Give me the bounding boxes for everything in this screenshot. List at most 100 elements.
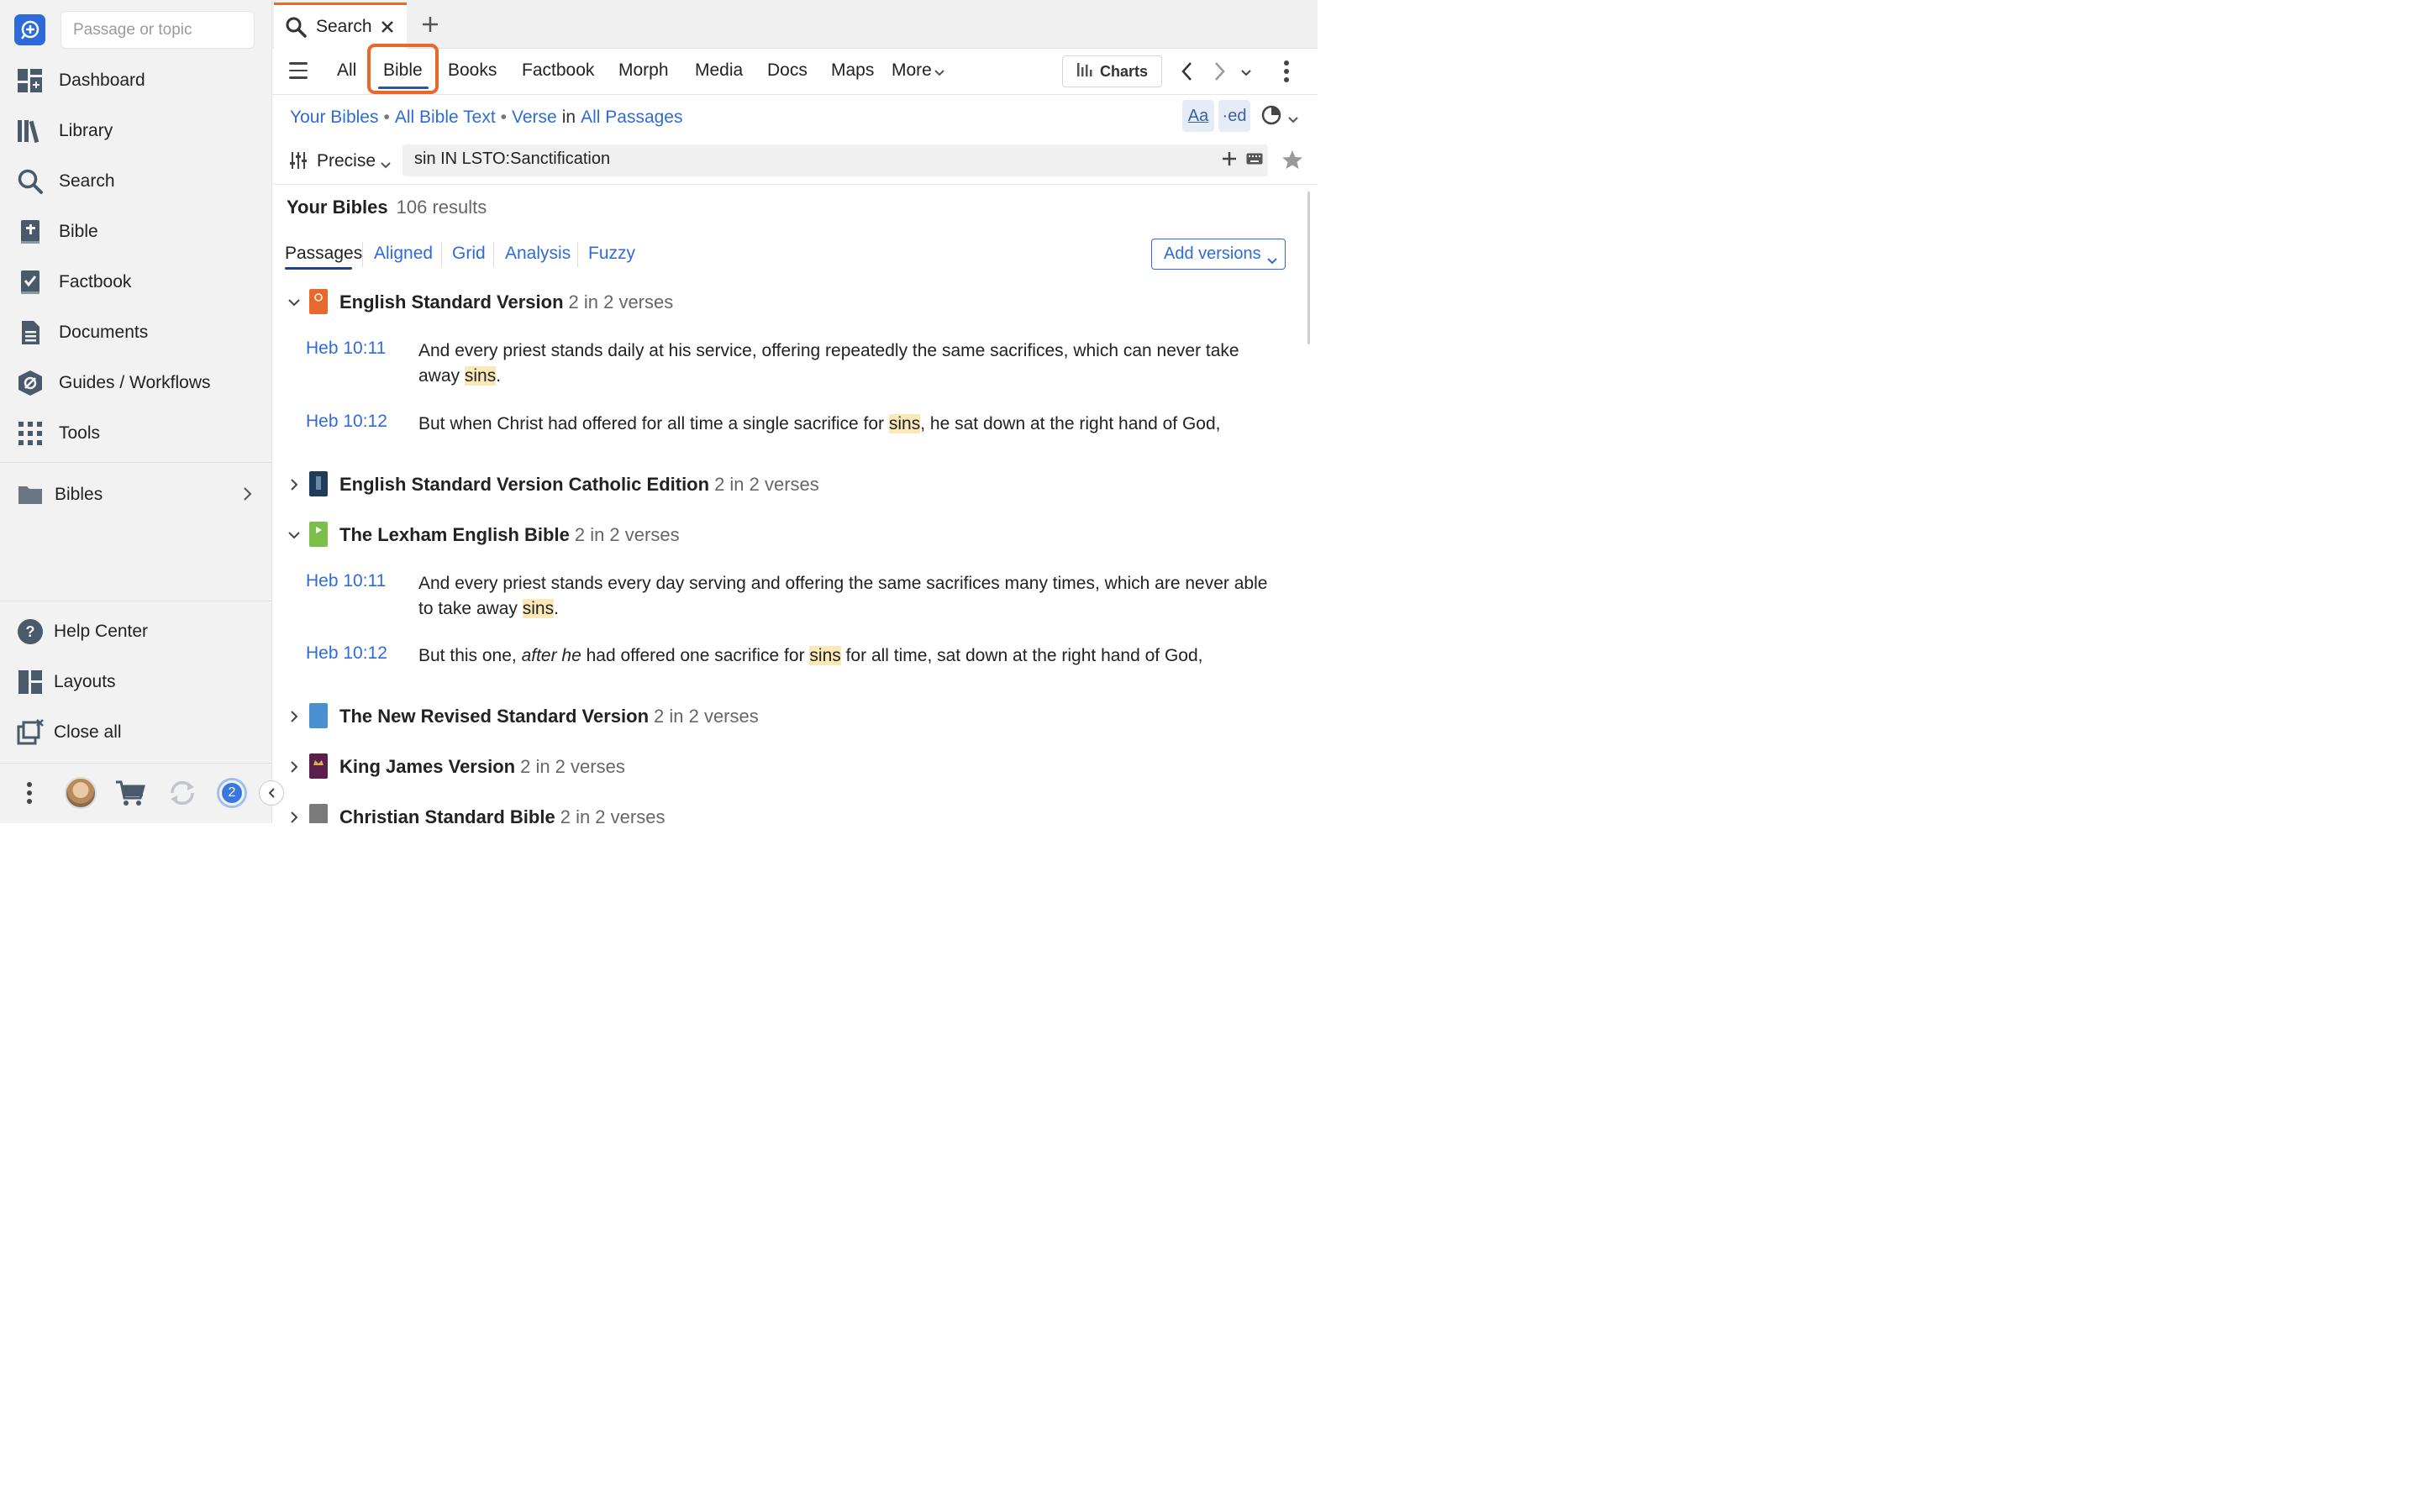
sidebar-folder-bibles[interactable]: Bibles: [0, 470, 271, 520]
passage-search-input[interactable]: Passage or topic: [60, 11, 255, 49]
search-hit[interactable]: sins: [522, 599, 555, 618]
close-all-icon: [17, 719, 44, 746]
category-morph[interactable]: Morph: [618, 60, 669, 81]
search-mode-dropdown[interactable]: Precise: [317, 151, 376, 171]
search-hit[interactable]: sins: [809, 646, 841, 665]
chevron-down-icon[interactable]: [287, 528, 301, 542]
sidebar-item-library[interactable]: Library: [0, 106, 271, 156]
chevron-down-icon[interactable]: [1288, 113, 1298, 128]
chevron-down-icon: [1267, 250, 1277, 270]
sidebar-item-label: Factbook: [59, 272, 132, 291]
sidebar-folder-label: Bibles: [55, 485, 103, 504]
verse-reference-link[interactable]: Heb 10:12: [306, 412, 387, 432]
visual-filter-icon[interactable]: [1261, 105, 1281, 129]
version-group-header[interactable]: Christian Standard Bible 2 in 2 verses: [272, 804, 1297, 823]
chevron-right-icon[interactable]: [287, 710, 301, 723]
sync-icon[interactable]: [167, 779, 197, 811]
back-icon[interactable]: [1181, 61, 1192, 86]
category-bible[interactable]: Bible: [383, 60, 423, 81]
history-dropdown-icon[interactable]: [1240, 66, 1252, 81]
chevron-right-icon[interactable]: [287, 478, 301, 491]
search-scope-breadcrumb: Your Bibles • All Bible Text • Verse in All Pa…: [290, 108, 683, 127]
collapse-sidebar-button[interactable]: [259, 780, 284, 806]
verse-reference-link[interactable]: Heb 10:12: [306, 643, 387, 664]
close-icon[interactable]: [381, 20, 394, 38]
charts-button[interactable]: Charts: [1062, 55, 1162, 87]
sidebar-item-guides[interactable]: Guides / Workflows: [0, 358, 271, 408]
tab-separator: [362, 242, 363, 267]
tab-separator: [577, 242, 578, 267]
forward-icon[interactable]: [1214, 61, 1226, 86]
version-group-header[interactable]: English Standard Version Catholic Editio…: [272, 471, 1297, 505]
bar-chart-icon: [1076, 62, 1093, 81]
sidebar-item-documents[interactable]: Documents: [0, 307, 271, 358]
notifications-badge[interactable]: 2: [217, 778, 247, 808]
factbook-icon: [17, 269, 44, 296]
layouts-icon: [17, 669, 44, 696]
tab-passages[interactable]: Passages: [285, 244, 362, 264]
avatar[interactable]: [65, 777, 97, 809]
tab-grid[interactable]: Grid: [452, 244, 486, 264]
version-group-header[interactable]: The Lexham English Bible 2 in 2 verses: [272, 522, 1297, 555]
sidebar-divider: [0, 462, 271, 463]
tab-search[interactable]: Search: [274, 3, 407, 49]
search-query-input[interactable]: sin IN LSTO:Sanctification: [402, 144, 1268, 176]
add-tab-icon[interactable]: [422, 16, 439, 37]
scope-link[interactable]: Your Bibles: [290, 108, 378, 127]
results-title: Your Bibles: [287, 197, 388, 218]
search-hit[interactable]: sins: [888, 414, 921, 433]
text-link[interactable]: All Bible Text: [395, 108, 496, 127]
category-maps[interactable]: Maps: [831, 60, 874, 81]
editions-button[interactable]: ·ed: [1218, 100, 1250, 132]
favorite-star-icon[interactable]: [1281, 150, 1303, 174]
font-settings-label: Aa: [1187, 106, 1209, 125]
sidebar-item-tools[interactable]: Tools: [0, 408, 271, 459]
sidebar-item-factbook[interactable]: Factbook: [0, 257, 271, 307]
font-settings-button[interactable]: Aa: [1182, 100, 1214, 132]
search-options-icon[interactable]: [289, 151, 308, 174]
dashboard-icon: [17, 67, 44, 94]
layouts-button[interactable]: Layouts: [0, 657, 271, 707]
more-vertical-icon[interactable]: [25, 781, 34, 809]
version-name: English Standard Version Catholic Editio…: [339, 474, 819, 495]
range-link[interactable]: All Passages: [581, 108, 682, 127]
category-factbook[interactable]: Factbook: [522, 60, 594, 81]
add-versions-button[interactable]: Add versions: [1151, 239, 1286, 270]
close-all-button[interactable]: Close all: [0, 707, 271, 758]
version-group-header[interactable]: The New Revised Standard Version 2 in 2 v…: [272, 703, 1297, 737]
cart-icon[interactable]: [115, 780, 145, 811]
search-panel: Search All Bible Books Factbook Morph Me…: [272, 0, 1318, 823]
verse-reference-link[interactable]: Heb 10:11: [306, 571, 386, 591]
tab-fuzzy[interactable]: Fuzzy: [588, 244, 635, 264]
verse-reference-link[interactable]: Heb 10:11: [306, 339, 386, 359]
help-center-button[interactable]: ? Help Center: [0, 606, 271, 657]
search-hit[interactable]: sins: [464, 366, 497, 386]
results-scrollbar[interactable]: [1307, 192, 1310, 344]
category-docs[interactable]: Docs: [767, 60, 808, 81]
sidebar-item-search[interactable]: Search: [0, 156, 271, 207]
sidebar-item-bible[interactable]: Bible: [0, 207, 271, 257]
chevron-right-icon[interactable]: [287, 760, 301, 774]
panel-menu-icon[interactable]: [1283, 60, 1290, 87]
unit-link[interactable]: Verse: [512, 108, 557, 127]
category-more[interactable]: More: [892, 60, 932, 81]
book-cover-icon: [309, 471, 328, 496]
logos-logo-icon[interactable]: [14, 14, 45, 45]
chevron-right-icon[interactable]: [287, 811, 301, 823]
keyboard-icon[interactable]: [1246, 153, 1263, 169]
version-group-header[interactable]: English Standard Version 2 in 2 verses: [272, 289, 1297, 323]
sidebar-item-dashboard[interactable]: Dashboard: [0, 55, 271, 106]
chevron-down-icon[interactable]: [287, 296, 301, 309]
category-media[interactable]: Media: [695, 60, 743, 81]
tab-analysis[interactable]: Analysis: [505, 244, 571, 264]
results-count: 106 results: [396, 197, 487, 218]
add-term-icon[interactable]: [1222, 151, 1237, 171]
category-books[interactable]: Books: [448, 60, 497, 81]
book-cover-icon: [309, 522, 328, 547]
badge-count: 2: [222, 783, 242, 803]
version-group-header[interactable]: King James Version 2 in 2 verses: [272, 753, 1297, 787]
category-all[interactable]: All: [337, 60, 356, 81]
add-versions-label: Add versions: [1164, 244, 1261, 263]
tab-aligned[interactable]: Aligned: [374, 244, 433, 264]
menu-icon[interactable]: [289, 62, 308, 79]
